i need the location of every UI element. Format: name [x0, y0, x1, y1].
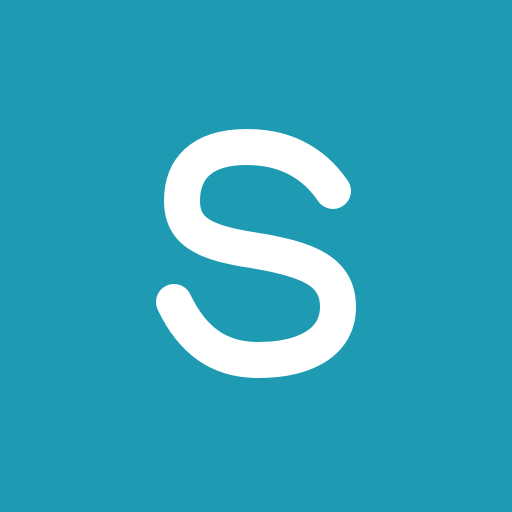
app-icon-canvas [0, 0, 512, 512]
app-icon [0, 0, 512, 512]
